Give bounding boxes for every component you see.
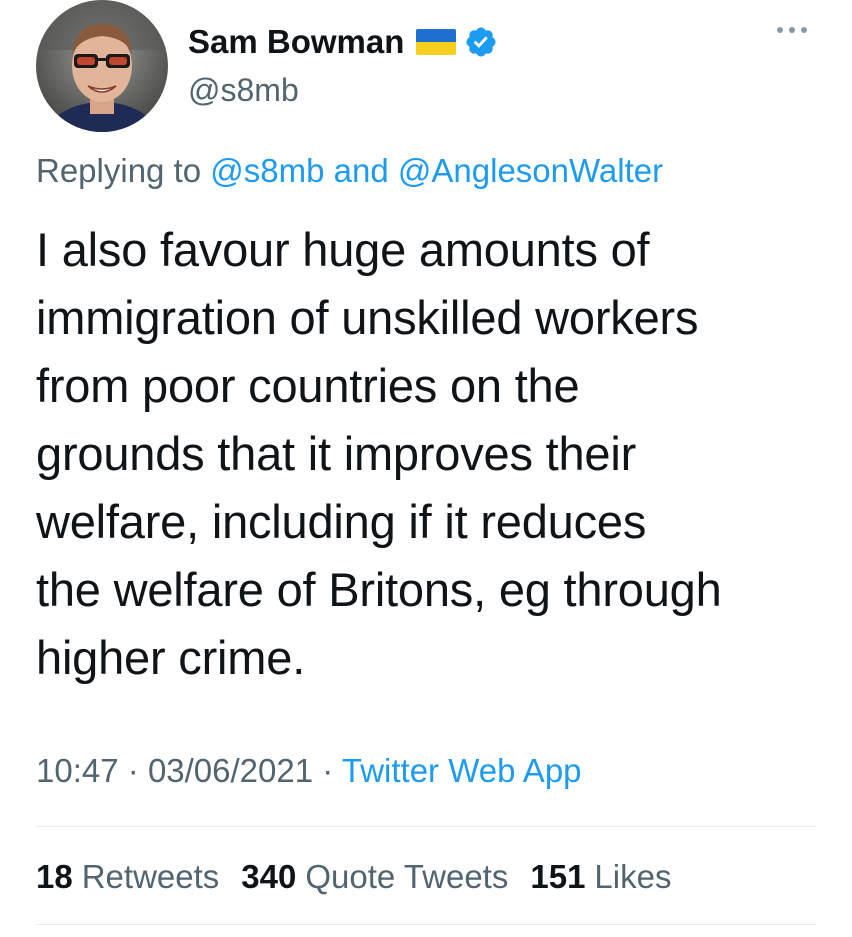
tweet-text-line: I also favour huge amounts of xyxy=(36,223,650,276)
meta-separator: · xyxy=(322,752,334,789)
likes-stat[interactable]: 151 Likes xyxy=(530,858,671,896)
quote-tweets-label: Quote Tweets xyxy=(305,858,509,895)
retweets-label: Retweets xyxy=(81,858,220,895)
replying-to-label: Replying to xyxy=(36,152,202,189)
tweet-text-line: higher crime. xyxy=(36,631,306,684)
replying-to-line: Replying to @s8mb and @AnglesonWalter xyxy=(36,152,663,190)
verified-badge-icon xyxy=(464,25,498,59)
retweets-count: 18 xyxy=(36,858,73,895)
likes-label: Likes xyxy=(594,858,672,895)
tweet-text: I also favour huge amounts of immigratio… xyxy=(36,216,826,692)
retweets-stat[interactable]: 18 Retweets xyxy=(36,858,219,896)
tweet-text-line: welfare, including if it reduces xyxy=(36,495,647,548)
name-row: Sam Bowman xyxy=(188,22,498,62)
mention-link-anglesonwalter[interactable]: @AnglesonWalter xyxy=(398,152,663,189)
more-options-icon[interactable] xyxy=(772,20,812,40)
avatar[interactable] xyxy=(36,0,168,132)
tweet-date[interactable]: 03/06/2021 xyxy=(148,752,313,789)
divider xyxy=(36,826,816,827)
quote-tweets-count: 340 xyxy=(241,858,297,895)
ukraine-flag-icon xyxy=(416,29,457,55)
divider xyxy=(36,924,816,925)
handle[interactable]: @s8mb xyxy=(188,72,299,109)
mention-link-s8mb[interactable]: @s8mb xyxy=(210,152,324,189)
tweet-text-line: the welfare of Britons, eg through xyxy=(36,563,722,616)
mention-conjunction: and xyxy=(333,152,389,189)
engagement-stats: 18 Retweets 340 Quote Tweets 151 Likes xyxy=(36,858,693,896)
tweet-meta: 10:47 · 03/06/2021 · Twitter Web App xyxy=(36,752,582,790)
tweet-text-line: grounds that it improves their xyxy=(36,427,637,480)
tweet-text-line: immigration of unskilled workers xyxy=(36,291,699,344)
display-name[interactable]: Sam Bowman xyxy=(188,23,404,61)
tweet-time[interactable]: 10:47 xyxy=(36,752,119,789)
meta-separator: · xyxy=(127,752,139,789)
tweet-header: Sam Bowman @s8mb xyxy=(36,0,826,135)
tweet-card: Sam Bowman @s8mb Replying to @s8mb and @… xyxy=(0,0,852,937)
tweet-text-line: from poor countries on the xyxy=(36,359,580,412)
quote-tweets-stat[interactable]: 340 Quote Tweets xyxy=(241,858,508,896)
likes-count: 151 xyxy=(530,858,586,895)
tweet-source-link[interactable]: Twitter Web App xyxy=(342,752,582,789)
